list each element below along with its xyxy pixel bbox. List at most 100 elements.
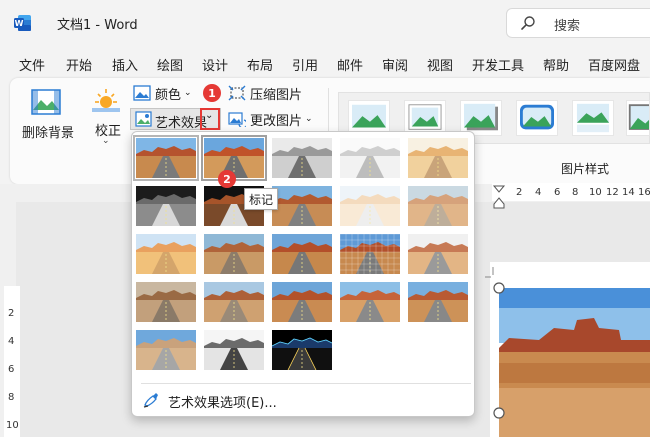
effect-watercolor-sponge[interactable] xyxy=(204,234,264,274)
ruler-tick: 4 xyxy=(8,336,15,347)
sun-icon xyxy=(92,89,120,112)
ruler-tick: 2 xyxy=(8,308,15,319)
paintbrush-icon xyxy=(143,393,158,408)
compress-pictures-button[interactable]: 压缩图片 xyxy=(228,82,302,104)
artistic-effects-icon xyxy=(135,111,152,127)
effect-thumbnail-image xyxy=(408,234,468,274)
effect-thumbnail-image xyxy=(136,234,196,274)
effect-cement[interactable] xyxy=(136,282,196,322)
menu-help[interactable]: 帮助 xyxy=(543,55,569,74)
menu-file[interactable]: 文件 xyxy=(19,55,45,74)
ruler-indent-marker-icon[interactable] xyxy=(492,184,506,210)
effect-thumbnail-image xyxy=(340,186,400,226)
word-icon[interactable]: W xyxy=(14,14,32,32)
effect-glow-edges[interactable] xyxy=(272,330,332,370)
menu-review[interactable]: 审阅 xyxy=(382,55,408,74)
chevron-down-icon[interactable]: ⌄ xyxy=(205,110,213,121)
correct-chevron-icon: ⌄ xyxy=(102,136,110,146)
compress-label: 压缩图片 xyxy=(250,87,303,103)
effect-thumbnail-image xyxy=(272,138,332,178)
effect-film-grain[interactable] xyxy=(272,234,332,274)
resize-handle-middle-left[interactable] xyxy=(492,406,506,420)
effect-plastic-wrap[interactable] xyxy=(408,282,468,322)
menu-baidu[interactable]: 百度网盘 xyxy=(588,55,640,74)
change-picture-icon xyxy=(228,112,246,127)
menu-design[interactable]: 设计 xyxy=(202,55,228,74)
effect-thumbnail-image xyxy=(204,282,264,322)
ruler-tick: 4 xyxy=(535,187,542,198)
menu-developer[interactable]: 开发工具 xyxy=(472,55,524,74)
effect-light-screen[interactable] xyxy=(136,234,196,274)
compress-icon xyxy=(228,85,246,101)
color-button[interactable]: 颜色 ⌄ xyxy=(133,82,192,104)
effect-crisscross-etching[interactable] xyxy=(272,282,332,322)
effect-tooltip: 标记 xyxy=(244,188,278,210)
menu-view[interactable]: 视图 xyxy=(427,55,453,74)
menu-references[interactable]: 引用 xyxy=(292,55,318,74)
menu-home[interactable]: 开始 xyxy=(66,55,92,74)
document-title: 文档1 - Word xyxy=(57,18,138,33)
effect-thumbnail-image xyxy=(136,282,196,322)
effect-paint-brush[interactable] xyxy=(272,186,332,226)
effect-pencil-grayscale[interactable] xyxy=(272,138,332,178)
search-icon xyxy=(521,16,535,30)
remove-background-icon xyxy=(31,89,61,115)
effect-thumbnail-image xyxy=(272,330,332,370)
picture-style-reflected[interactable] xyxy=(572,100,614,136)
effect-thumbnail-image xyxy=(204,234,264,274)
ruler-tick: 10 xyxy=(6,420,19,431)
change-picture-label: 更改图片 xyxy=(250,113,303,129)
change-picture-button[interactable]: 更改图片 ⌄ xyxy=(228,108,313,130)
effect-thumbnail-image xyxy=(136,138,196,178)
effect-thumbnail-image xyxy=(136,330,196,370)
step-badge-1: 1 xyxy=(203,84,221,102)
effect-blur[interactable] xyxy=(408,186,468,226)
ruler-tick: 2 xyxy=(516,187,523,198)
effect-pastels-smooth[interactable] xyxy=(340,282,400,322)
menu-insert[interactable]: 插入 xyxy=(112,55,138,74)
effect-mosaic-bubbles[interactable] xyxy=(340,234,400,274)
effect-pencil-sketch[interactable] xyxy=(340,138,400,178)
picture-styles-group-label: 图片样式 xyxy=(561,162,610,176)
effect-cutout[interactable] xyxy=(136,330,196,370)
search-placeholder: 搜索 xyxy=(554,19,581,34)
picture-style-metal[interactable] xyxy=(626,100,650,136)
menu-mailings[interactable]: 邮件 xyxy=(337,55,363,74)
effect-thumbnail-image xyxy=(136,186,196,226)
effect-glow-diffused[interactable] xyxy=(340,186,400,226)
menu-draw[interactable]: 绘图 xyxy=(157,55,183,74)
ruler-tick: 8 xyxy=(8,392,15,403)
effect-texturizer[interactable] xyxy=(204,282,264,322)
ruler-tick: 10 xyxy=(589,187,602,198)
remove-background-label: 删除背景 xyxy=(22,126,75,141)
artistic-effects-options-label: 艺术效果选项(E)... xyxy=(168,396,277,411)
effect-thumbnail-image xyxy=(340,138,400,178)
effect-glass[interactable] xyxy=(408,234,468,274)
color-chevron-icon: ⌄ xyxy=(184,88,192,98)
menu-layout[interactable]: 布局 xyxy=(247,55,273,74)
effect-none[interactable] xyxy=(133,135,199,181)
color-label: 颜色 xyxy=(155,87,182,103)
effect-thumbnail-image xyxy=(272,186,332,226)
ruler-tick: 8 xyxy=(572,187,579,198)
selected-picture[interactable] xyxy=(499,288,650,437)
ruler-tick: 6 xyxy=(554,187,561,198)
svg-text:W: W xyxy=(15,19,24,28)
picture-style-rounded[interactable] xyxy=(516,100,558,136)
effect-photocopy[interactable] xyxy=(204,330,264,370)
picture-corner-guide xyxy=(485,267,494,278)
effect-chalk-sketch[interactable] xyxy=(136,186,196,226)
effect-thumbnail-image xyxy=(340,234,400,274)
color-icon xyxy=(133,85,151,101)
change-chevron-icon: ⌄ xyxy=(305,114,313,124)
effect-thumbnail-image xyxy=(340,282,400,322)
effect-thumbnail-image xyxy=(204,138,264,178)
ruler-tick: 14 xyxy=(622,187,635,198)
step-badge-2: 2 xyxy=(218,170,236,188)
effect-marker[interactable] xyxy=(201,135,267,181)
ruler-tick: 12 xyxy=(606,187,619,198)
gallery-separator xyxy=(141,383,471,384)
ruler-tick: 16 xyxy=(638,187,650,198)
effect-thumbnail-image xyxy=(204,330,264,370)
effect-line-drawing[interactable] xyxy=(408,138,468,178)
